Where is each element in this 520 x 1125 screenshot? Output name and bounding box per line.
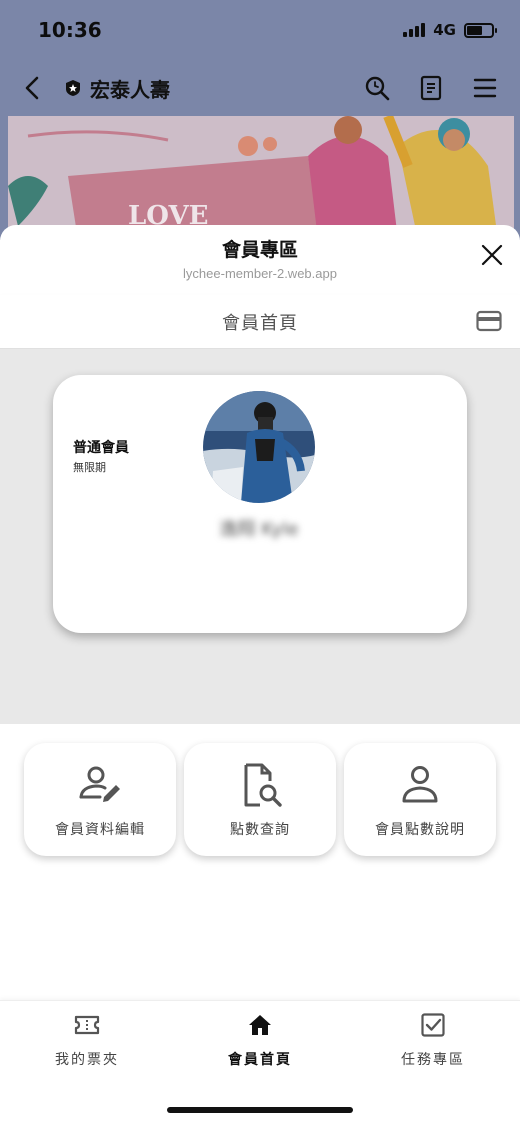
sheet-title: 會員專區 [221,239,298,261]
user-icon [402,766,438,803]
member-card[interactable]: 普通會員 無限期 逸翔 Kyle [53,375,467,633]
action-label: 點數查詢 [230,822,290,838]
nav-item-tasks[interactable]: 任務專區 [368,1011,498,1069]
chat-account-name: 宏泰人壽 [90,77,170,102]
checkbox-icon [421,1013,445,1037]
menu-icon[interactable] [472,75,498,101]
official-account-badge-icon [64,79,82,97]
close-icon[interactable] [480,243,504,267]
action-label: 會員資料編輯 [55,822,145,838]
nav-label: 任務專區 [401,1052,465,1068]
nav-item-ticket-wallet[interactable]: 我的票夾 [22,1011,152,1069]
credit-card-icon[interactable] [476,310,502,332]
status-time: 10:36 [38,18,102,42]
nav-label: 會員首頁 [228,1052,292,1068]
action-label: 會員點數說明 [375,822,465,838]
member-expiry: 無限期 [73,461,106,474]
avatar [203,391,315,503]
background-chat-header: 10:36 4G 宏泰人壽 LOVE [0,0,520,240]
member-level: 普通會員 [73,440,129,456]
sheet-url: lychee-member-2.web.app [183,266,337,281]
chat-nav-bar: 宏泰人壽 [0,62,520,114]
sheet-header: 會員專區 lychee-member-2.web.app [0,225,520,295]
rich-menu-banner-image: LOVE [8,116,514,240]
battery-icon [464,22,497,38]
points-query-button[interactable]: 點數查詢 [184,743,336,856]
edit-profile-button[interactable]: 會員資料編輯 [24,743,176,856]
member-card-area: 普通會員 無限期 逸翔 Kyle [0,349,520,724]
notes-icon[interactable] [418,75,444,101]
page-header: 會員首頁 [0,295,520,349]
user-edit-icon [79,766,120,802]
home-icon [249,1015,271,1035]
action-buttons: 會員資料編輯 點數查詢 會員點數說明 [0,743,520,859]
document-search-icon [244,763,282,807]
status-bar: 10:36 4G [0,0,520,60]
network-type: 4G [433,21,456,39]
liff-sheet: 會員專區 lychee-member-2.web.app 會員首頁 普通會員 無… [0,225,520,1125]
nav-label: 我的票夾 [55,1052,119,1068]
status-indicators: 4G [403,21,497,39]
page-title: 會員首頁 [222,312,298,334]
member-name: 逸翔 Kyle [219,519,299,540]
nav-item-member-home[interactable]: 會員首頁 [195,1011,325,1069]
back-button[interactable] [22,75,48,101]
points-info-button[interactable]: 會員點數說明 [344,743,496,856]
home-indicator[interactable] [167,1107,353,1113]
chat-nav-actions [364,75,498,101]
signal-icon [403,23,426,37]
ticket-icon [74,1015,100,1035]
search-icon[interactable] [364,75,390,101]
